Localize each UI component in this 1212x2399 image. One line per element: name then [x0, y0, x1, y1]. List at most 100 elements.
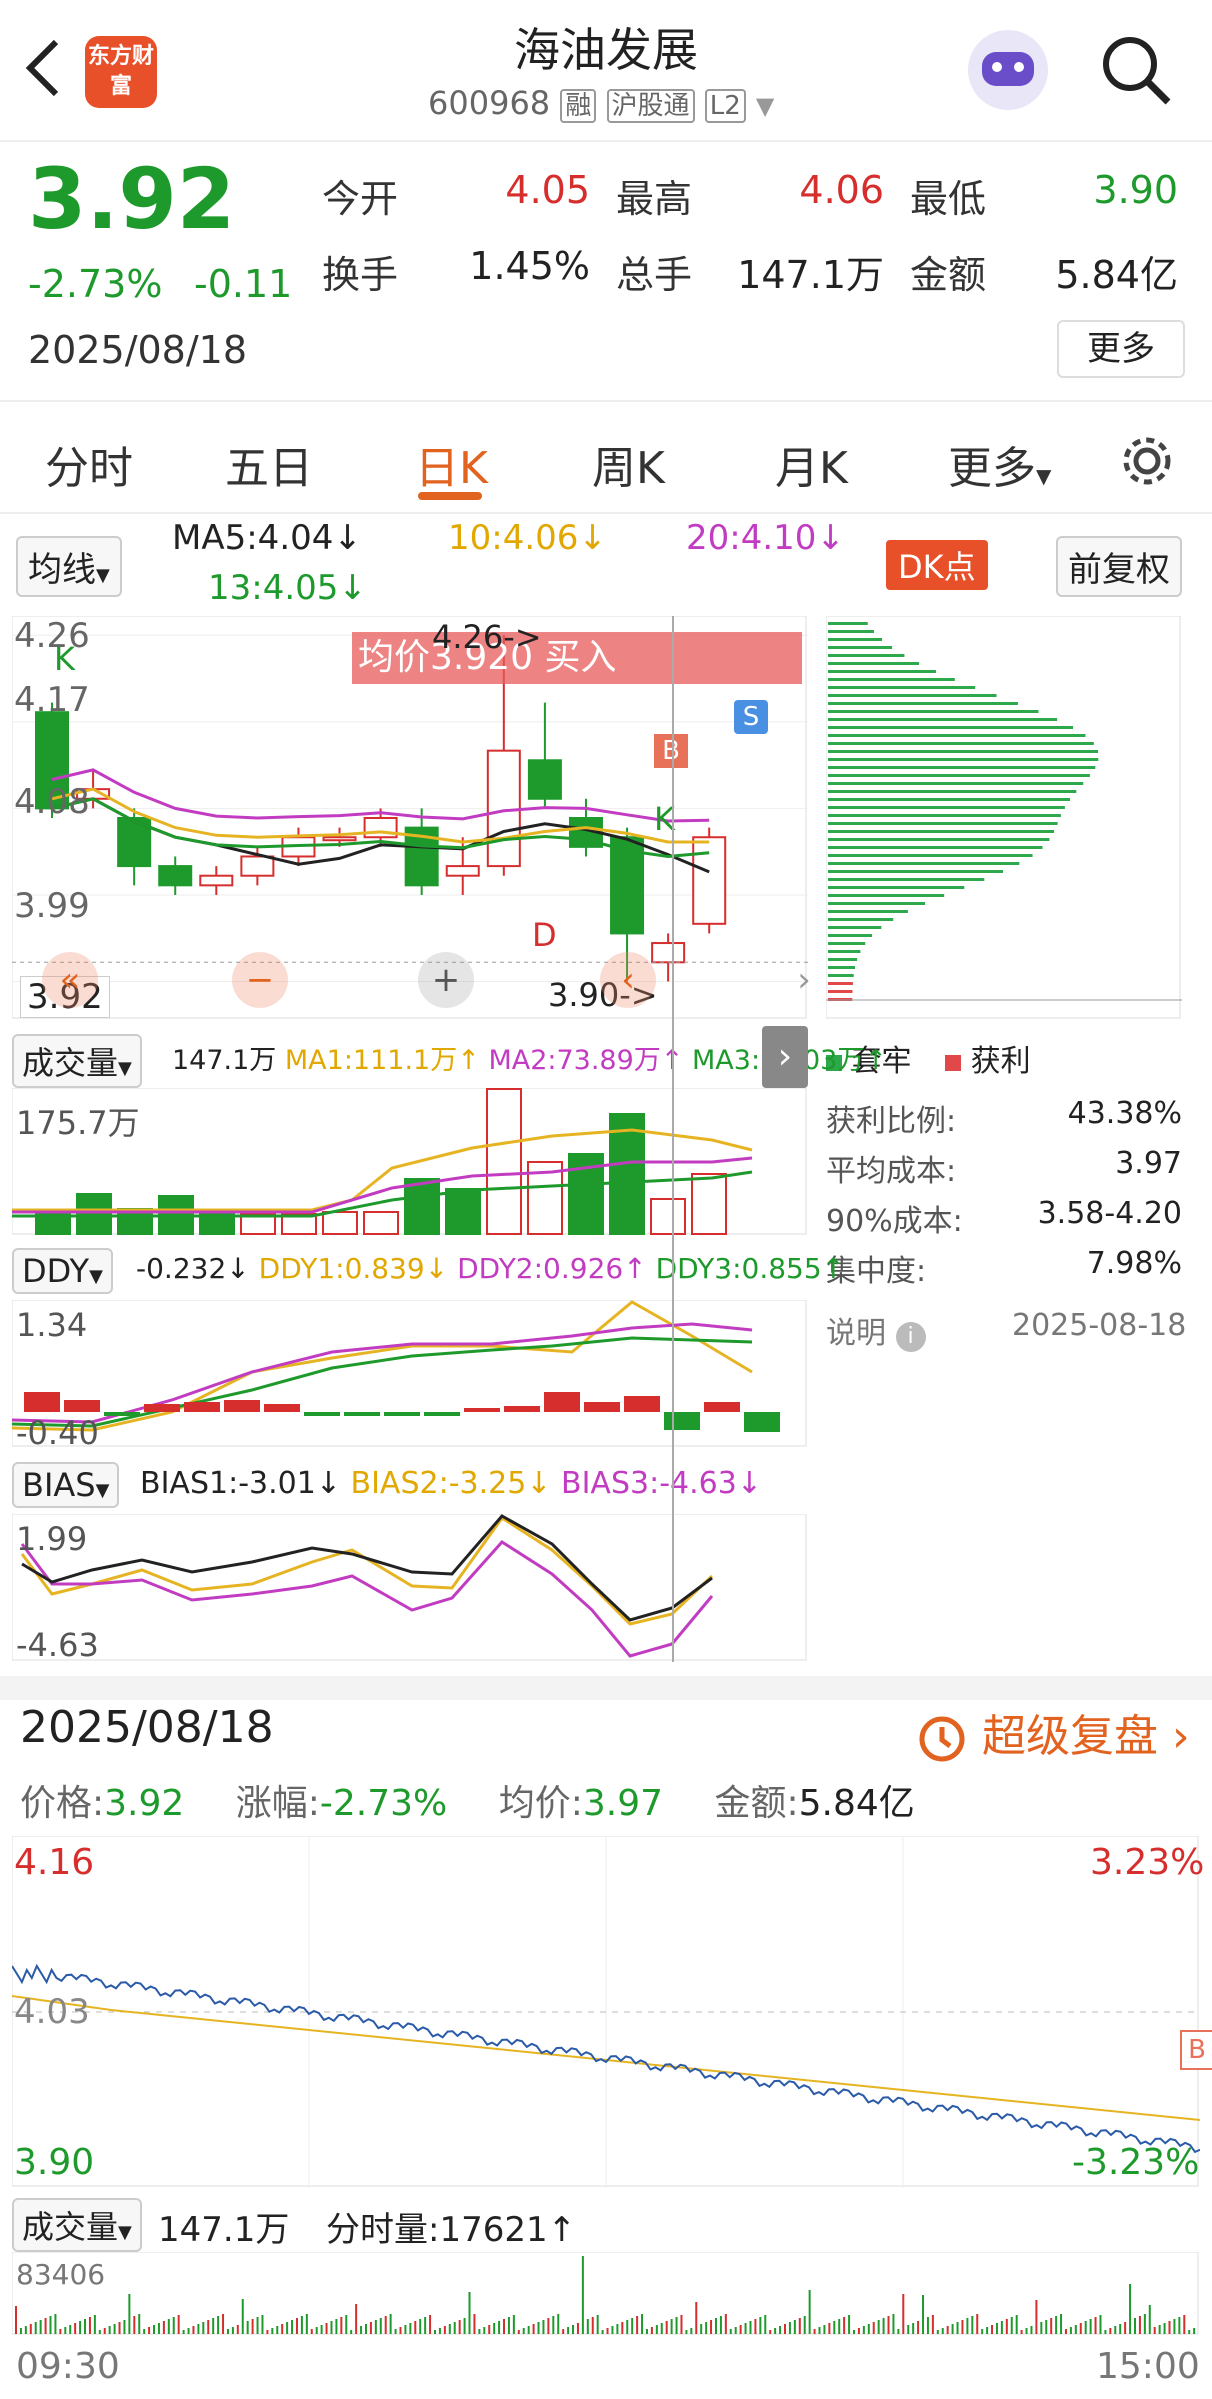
tab-more[interactable]: 更多▼ — [948, 432, 1051, 496]
chip-bar — [828, 742, 1094, 745]
volume-bar — [322, 1211, 358, 1235]
robot-assistant-icon[interactable] — [968, 30, 1048, 110]
stock-code-line: 600968 融 沪股通 L2 ▼ — [428, 84, 774, 123]
chip-bar — [828, 670, 936, 673]
ddy-bar — [744, 1412, 780, 1432]
chip-note[interactable]: 说明 i — [826, 1308, 926, 1352]
chip-bar — [828, 894, 945, 897]
tab-fenshi[interactable]: 分时 — [45, 432, 133, 496]
chip-bar — [828, 622, 868, 625]
tab-underline — [418, 492, 482, 500]
ma20-value: 20:4.10↓ — [686, 518, 845, 558]
ddy-indicator-line: -0.232↓ DDY1:0.839↓ DDY2:0.926↑ DDY3:0.8… — [136, 1252, 846, 1285]
chip-bar — [828, 678, 955, 681]
stock-code: 600968 — [428, 84, 551, 122]
expand-panel-icon[interactable]: › — [762, 1026, 808, 1088]
intraday-volume-selector[interactable]: 成交量▼ — [12, 2198, 142, 2252]
ddy-bar — [704, 1402, 740, 1412]
caret-down-icon: ▼ — [96, 565, 110, 586]
ddy-bar — [624, 1396, 660, 1412]
tab-five-day[interactable]: 五日 — [225, 432, 313, 496]
chip-bar — [828, 846, 1043, 849]
scroll-right-icon[interactable]: › — [784, 952, 824, 1008]
ddy-selector[interactable]: DDY▼ — [12, 1248, 113, 1294]
ddy-bar — [544, 1392, 580, 1412]
ddy-chart[interactable] — [12, 1300, 808, 1448]
chip-bar — [828, 798, 1071, 801]
dk-point-button[interactable]: DK点 — [886, 540, 988, 590]
chip-stat-label: 90%成本: — [826, 1204, 963, 1239]
intraday-ylabel-mid: 4.03 — [14, 1992, 90, 2032]
period-tabs: 分时 五日 日K 周K 月K 更多▼ — [0, 400, 1212, 514]
caret-down-icon[interactable]: ▼ — [756, 92, 774, 120]
intraday-pct-bottom: -3.23% — [1072, 2142, 1200, 2183]
candle-body — [692, 836, 727, 925]
stat-value: 4.05 — [505, 168, 590, 212]
intraday-chart[interactable] — [12, 1836, 1200, 2188]
sell-signal-s[interactable]: S — [734, 700, 768, 734]
chip-bar — [828, 750, 1099, 753]
avg-cost-banner: 均价3.920 买入 — [352, 632, 802, 684]
ddy-bar — [224, 1400, 260, 1412]
header: 东方财富 海油发展 600968 融 沪股通 L2 ▼ — [0, 0, 1212, 142]
intraday-summary: 价格:3.92 涨幅:-2.73% 均价:3.97 金额:5.84亿 — [20, 1783, 915, 1824]
kline-ylabel-4: 3.99 — [14, 886, 90, 926]
gear-icon[interactable] — [1118, 432, 1176, 490]
chip-bar — [828, 958, 858, 961]
stat-value: 3.90 — [1093, 168, 1178, 212]
intraday-b-marker[interactable]: B — [1180, 2030, 1212, 2070]
chip-bar — [828, 830, 1055, 833]
ddy-bar — [104, 1412, 140, 1416]
chip-stat-label: 获利比例: — [826, 1104, 957, 1139]
chip-stat-row: 获利比例: 43.38% — [826, 1096, 1182, 1140]
candle-body — [158, 865, 193, 887]
quote-date: 2025/08/18 — [28, 328, 248, 372]
tab-monthly-k[interactable]: 月K — [775, 432, 848, 496]
more-button[interactable]: 更多 — [1057, 320, 1185, 378]
tab-weekly-k[interactable]: 周K — [592, 432, 665, 496]
ddy-bar — [584, 1402, 620, 1412]
chip-bar — [828, 734, 1086, 737]
volume-selector[interactable]: 成交量▼ — [12, 1034, 142, 1088]
zoom-out-icon[interactable]: − — [232, 952, 288, 1008]
intraday-volume-chart[interactable] — [12, 2252, 1200, 2336]
tab-daily-k[interactable]: 日K — [415, 432, 488, 496]
profit-swatch — [945, 1055, 962, 1071]
kline-ylabel-top: 4.26 — [14, 616, 90, 656]
stat-value: 1.45% — [469, 244, 590, 288]
zoom-in-icon[interactable]: + — [418, 952, 474, 1008]
chip-bar — [828, 726, 1074, 729]
intraday-volume-frame — [12, 2252, 1199, 2335]
stat-value: 5.84亿 — [1055, 253, 1178, 297]
chip-bar — [828, 862, 1020, 865]
super-replay-link[interactable]: 超级复盘 › — [916, 1700, 1190, 1765]
candle-body — [199, 874, 234, 887]
bias-chart[interactable] — [12, 1514, 808, 1662]
bias-indicator-line: BIAS1:-3.01↓ BIAS2:-3.25↓ BIAS3:-4.63↓ — [140, 1466, 762, 1501]
intraday-date: 2025/08/18 — [20, 1702, 274, 1753]
volume-bar — [445, 1188, 481, 1235]
ddy-bar — [384, 1412, 420, 1416]
chip-bar — [828, 942, 866, 945]
chip-bar — [828, 718, 1058, 721]
candle-body — [445, 865, 480, 877]
scroll-left-icon[interactable]: ‹ — [600, 952, 656, 1008]
ddy-bar — [464, 1408, 500, 1412]
buy-signal-b[interactable]: B — [654, 734, 688, 768]
chip-bar — [828, 982, 853, 985]
chip-bar — [828, 790, 1077, 793]
search-icon[interactable] — [1100, 34, 1174, 108]
volume-bar — [76, 1193, 112, 1235]
ma-selector[interactable]: 均线▼ — [16, 536, 122, 597]
scroll-left-fast-icon[interactable]: « — [42, 952, 98, 1008]
chip-bar — [828, 910, 908, 913]
info-icon: i — [895, 1322, 926, 1352]
bias-selector[interactable]: BIAS▼ — [12, 1462, 120, 1508]
volume-bar — [486, 1088, 522, 1235]
chip-bar — [828, 838, 1050, 841]
stat-label: 最低 — [910, 177, 987, 221]
fq-button[interactable]: 前复权 — [1056, 536, 1182, 597]
ddy-ylabel-bottom: -0.40 — [16, 1414, 99, 1452]
ddy-bar — [144, 1404, 180, 1412]
chip-bar — [828, 918, 894, 921]
